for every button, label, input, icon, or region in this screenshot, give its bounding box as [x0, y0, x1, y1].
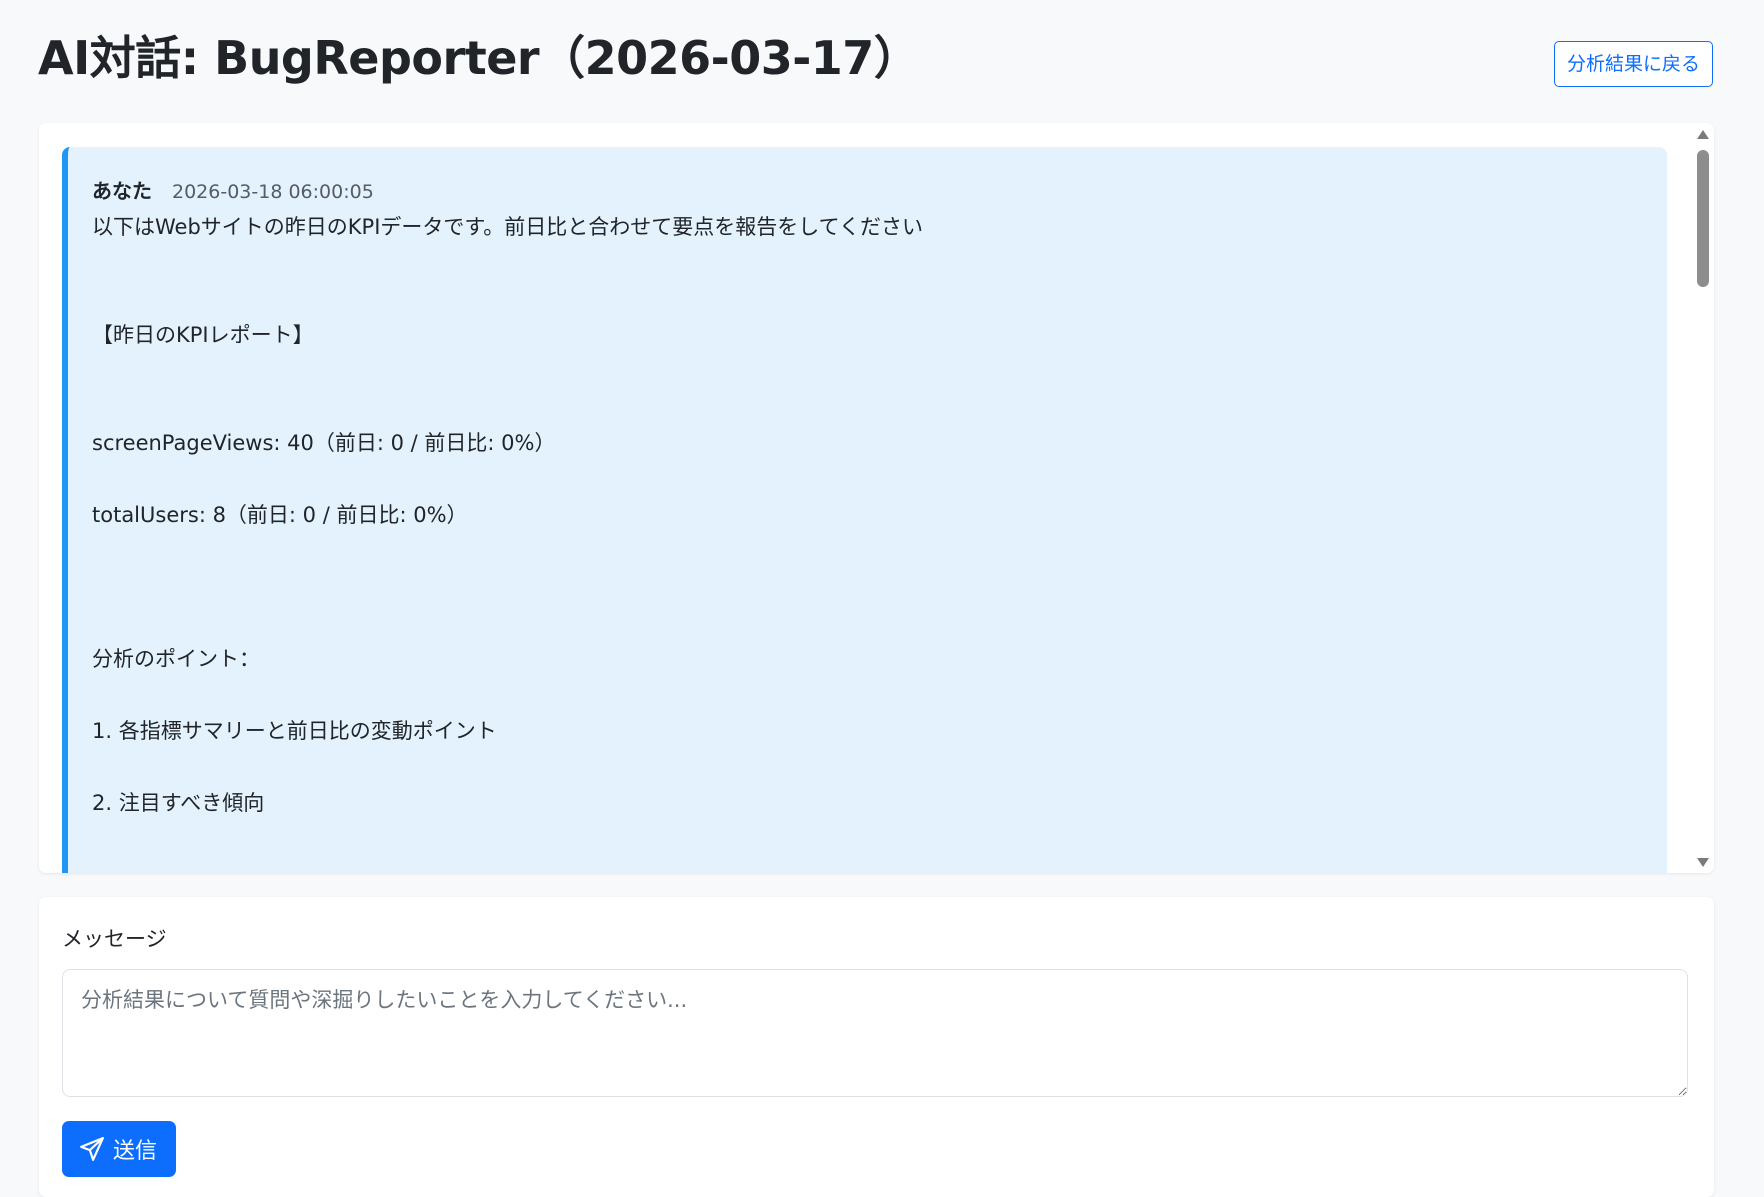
- scroll-up-arrow-icon[interactable]: [1697, 130, 1709, 139]
- message-line: 2. 注目すべき傾向: [92, 791, 265, 815]
- page-title: AI対話: BugReporter（2026-03-17）: [38, 31, 920, 85]
- scrollbar-thumb[interactable]: [1697, 150, 1709, 287]
- chat-scrollbar[interactable]: [1692, 123, 1714, 873]
- scroll-down-arrow-icon[interactable]: [1697, 858, 1709, 867]
- chat-panel: あなた 2026-03-18 06:00:05 以下はWebサイトの昨日のKPI…: [39, 123, 1714, 873]
- send-button[interactable]: 送信: [62, 1121, 177, 1177]
- message-line: 【昨日のKPIレポート】: [92, 323, 314, 347]
- send-button-label: 送信: [113, 1139, 158, 1164]
- message-timestamp: 2026-03-18 06:00:05: [172, 181, 374, 203]
- page-header: AI対話: BugReporter（2026-03-17） 分析結果に戻る: [38, 26, 1713, 92]
- chat-scroll-area[interactable]: あなた 2026-03-18 06:00:05 以下はWebサイトの昨日のKPI…: [39, 123, 1692, 873]
- message-label: メッセージ: [62, 927, 167, 951]
- message-line: 分析のポイント：: [92, 647, 260, 671]
- message-line: totalUsers: 8（前日: 0 / 前日比: 0%）: [92, 503, 468, 527]
- message-input[interactable]: [62, 969, 1688, 1097]
- message-line: 以下はWebサイトの昨日のKPIデータです。前日比と合わせて要点を報告をしてくだ…: [92, 215, 924, 239]
- message-line: screenPageViews: 40（前日: 0 / 前日比: 0%）: [92, 431, 556, 455]
- message-line: 1. 各指標サマリーと前日比の変動ポイント: [92, 719, 497, 743]
- message-body: 以下はWebサイトの昨日のKPIデータです。前日比と合わせて要点を報告をしてくだ…: [92, 209, 1667, 821]
- message-header: あなた 2026-03-18 06:00:05: [92, 175, 1667, 209]
- send-icon: [80, 1137, 104, 1161]
- message-author: あなた: [92, 179, 152, 203]
- back-to-results-button[interactable]: 分析結果に戻る: [1553, 41, 1713, 87]
- user-message: あなた 2026-03-18 06:00:05 以下はWebサイトの昨日のKPI…: [62, 147, 1667, 873]
- message-form: メッセージ 送信: [39, 897, 1714, 1197]
